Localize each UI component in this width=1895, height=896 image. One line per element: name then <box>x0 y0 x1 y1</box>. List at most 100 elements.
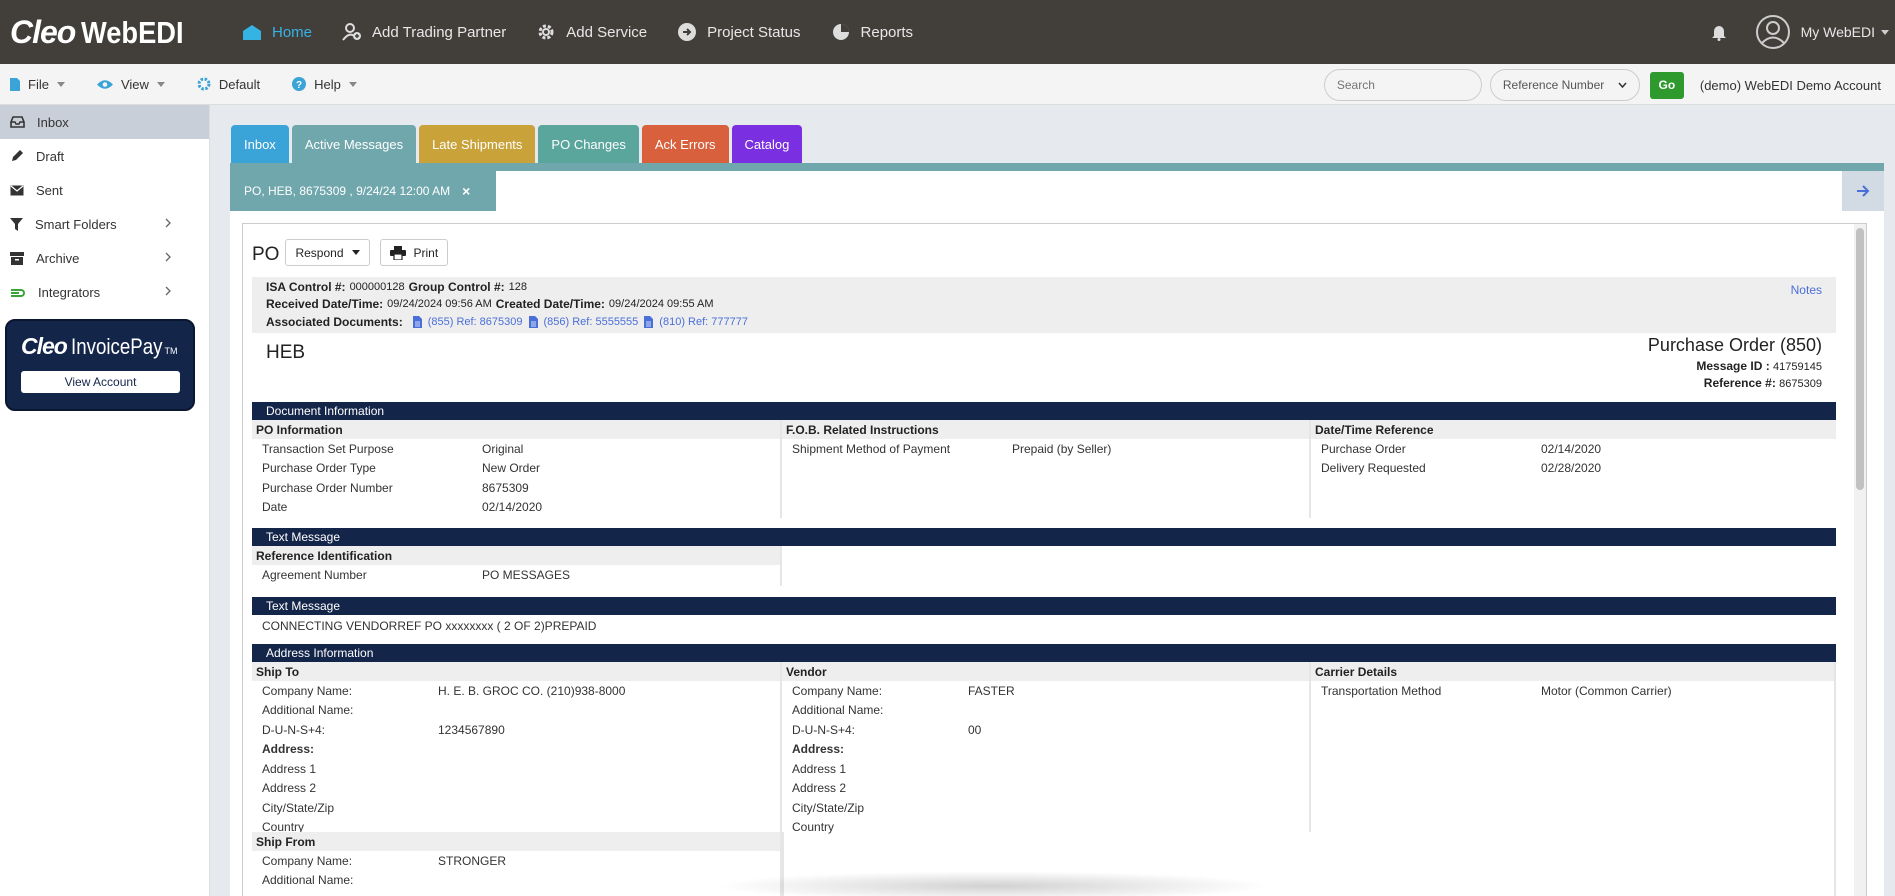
chevron-right-icon <box>165 286 171 296</box>
sidebar-item-label: Draft <box>36 148 65 164</box>
associated-doc-link[interactable]: (855) Ref: 8675309 <box>412 316 523 328</box>
view-account-button[interactable]: View Account <box>21 371 180 393</box>
field-row: Additional Name: <box>252 871 780 891</box>
tab-ack-errors[interactable]: Ack Errors <box>641 125 729 163</box>
field-row: Company Name: H. E. B. GROC CO. (210)938-… <box>252 681 780 701</box>
field-label: Address 2 <box>792 781 847 796</box>
field-label: Country <box>792 820 835 835</box>
chevron-down-icon <box>1618 82 1627 88</box>
field-value: FASTER <box>968 683 1015 698</box>
field-row: Purchase Order Number 8675309 <box>252 478 780 498</box>
filter-icon <box>10 217 23 231</box>
nav-add-service[interactable]: Add Service <box>536 22 647 42</box>
field-row: Country <box>782 818 1309 838</box>
field-value: 02/28/2020 <box>1541 461 1602 476</box>
tab-catalog[interactable]: Catalog <box>731 125 803 163</box>
received-label: Received Date/Time: <box>266 297 384 311</box>
associated-doc-link[interactable]: (810) Ref: 777777 <box>644 316 748 328</box>
tab-late-shipments[interactable]: Late Shipments <box>419 125 536 163</box>
field-label: Purchase Order <box>1321 441 1406 456</box>
tab-inbox[interactable]: Inbox <box>231 125 289 163</box>
nav-home-label: Home <box>272 23 313 41</box>
field-row: Transaction Set Purpose Original <box>252 439 780 459</box>
search-type-select[interactable]: Reference Number <box>1489 69 1640 101</box>
go-button[interactable]: Go <box>1649 71 1684 99</box>
gear-icon <box>538 24 554 40</box>
field-label: City/State/Zip <box>262 800 335 815</box>
bell-icon[interactable] <box>1711 23 1727 41</box>
field-row: Additional Name: <box>782 701 1309 721</box>
sidebar-item-integrators[interactable]: Integrators <box>0 275 209 309</box>
print-button[interactable]: Print <box>379 239 449 266</box>
message-id: Message ID : 41759145 <box>1648 359 1822 373</box>
respond-button[interactable]: Respond <box>285 239 370 266</box>
search-input[interactable] <box>1323 69 1482 101</box>
document-scrollbar[interactable] <box>1854 224 1866 896</box>
sidebar-item-draft[interactable]: Draft <box>0 139 209 173</box>
field-row: Company Name: STRONGER <box>252 851 780 871</box>
file-menu[interactable]: File <box>10 77 65 92</box>
inbox-tabs: Inbox Active Messages Late Shipments PO Cha… <box>231 125 805 163</box>
tab-active-messages[interactable]: Active Messages <box>291 125 417 163</box>
field-row: Agreement Number PO MESSAGES <box>252 565 780 585</box>
text-message-line: CONNECTING VENDORREF PO xxxxxxxx ( 2 OF … <box>262 619 597 633</box>
pencil-icon <box>12 150 23 161</box>
field-label: Address: <box>262 742 315 757</box>
sidebar-item-label: Integrators <box>38 284 101 300</box>
datetime-reference-heading: Date/Time Reference <box>1311 420 1836 439</box>
section-document-information: Document Information <box>252 402 1836 420</box>
document-icon <box>412 316 422 328</box>
nav-add-trading-partner[interactable]: Add Trading Partner <box>342 23 506 41</box>
chevron-right-icon <box>165 218 171 228</box>
view-menu[interactable]: View <box>96 77 165 92</box>
notes-link[interactable]: Notes <box>1791 283 1822 297</box>
file-icon <box>10 77 20 91</box>
document-tab[interactable]: PO, HEB, 8675309 , 9/24/24 12:00 AM × <box>230 171 496 211</box>
document-tab-label: PO, HEB, 8675309 , 9/24/24 12:00 AM <box>244 184 451 198</box>
field-label: Date <box>262 500 288 515</box>
field-value: 00 <box>968 722 982 737</box>
document-icon <box>644 316 654 328</box>
chevron-down-icon <box>56 81 65 87</box>
field-value: Motor (Common Carrier) <box>1541 683 1672 698</box>
document-pane: PO Respond Print ISA Control #: 00000012… <box>230 211 1884 896</box>
field-row: Additional Name: <box>252 701 780 721</box>
help-menu[interactable]: ? Help <box>292 77 357 92</box>
integrators-icon <box>11 288 25 297</box>
close-icon[interactable]: × <box>462 183 470 199</box>
printer-icon <box>389 245 406 260</box>
chevron-down-icon <box>351 250 360 255</box>
my-webedi-menu[interactable]: My WebEDI <box>1755 14 1895 50</box>
default-menu[interactable]: Default <box>197 77 260 92</box>
sidebar-item-sent[interactable]: Sent <box>0 173 209 207</box>
field-value: New Order <box>482 461 541 476</box>
tab-po-changes[interactable]: PO Changes <box>538 125 639 163</box>
sidebar-item-archive[interactable]: Archive <box>0 241 209 275</box>
document-frame: PO Respond Print ISA Control #: 00000012… <box>242 223 1867 896</box>
sidebar-item-inbox[interactable]: Inbox <box>0 105 209 139</box>
field-label: Agreement Number <box>262 567 367 582</box>
field-row: D-U-N-S+4: 00 <box>782 720 1309 740</box>
section-text-message: Text Message <box>252 528 1836 546</box>
document-type-title: PO <box>252 243 280 265</box>
document-summary: Purchase Order (850) Message ID : 417591… <box>1648 335 1822 390</box>
field-value: Original <box>482 441 524 456</box>
nav-home[interactable]: Home <box>242 24 312 41</box>
chevron-down-icon <box>1881 29 1889 35</box>
arrow-right-icon[interactable] <box>1842 171 1884 211</box>
field-row: Shipment Method of Payment Prepaid (by Se… <box>782 439 1309 459</box>
inbox-icon <box>10 116 25 128</box>
scrollbar-thumb[interactable] <box>1856 228 1864 490</box>
sidebar-item-smart-folders[interactable]: Smart Folders <box>0 207 209 241</box>
ship-from-heading: Ship From <box>252 832 780 851</box>
field-label: Address: <box>792 742 845 757</box>
cleo-webedi-logo[interactable]: Cleo WebEDI <box>10 14 230 51</box>
reference-value: 8675309 <box>1779 378 1822 390</box>
associated-doc-link[interactable]: (856) Ref: 5555555 <box>528 316 638 328</box>
field-value: Prepaid (by Seller) <box>1012 441 1112 456</box>
nav-reports[interactable]: Reports <box>831 22 913 42</box>
isa-control-label: ISA Control #: <box>266 280 346 294</box>
gear-icon <box>197 77 211 91</box>
nav-project-status[interactable]: Project Status <box>677 22 801 42</box>
message-id-label: Message ID : <box>1696 359 1770 373</box>
